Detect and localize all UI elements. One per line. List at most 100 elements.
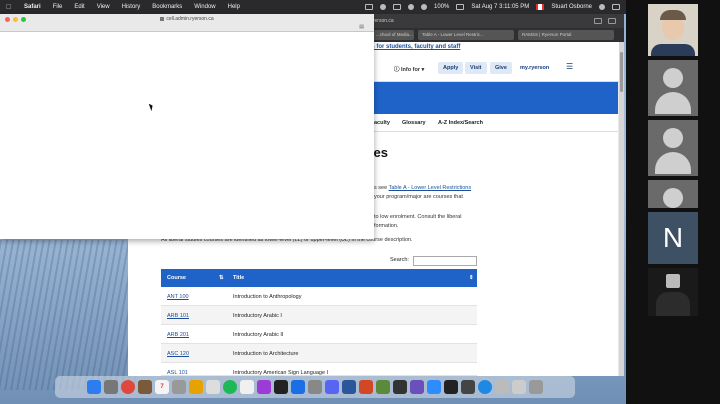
desktop-wallpaper <box>0 240 140 390</box>
vlc-icon[interactable] <box>189 380 203 394</box>
tab-ramss[interactable]: RAMSS | Ryerson Portal <box>518 30 614 40</box>
participant-tile[interactable] <box>648 180 698 208</box>
share-icon[interactable] <box>594 18 602 24</box>
sort-icon[interactable]: ⇅ <box>219 275 224 281</box>
launchpad-icon[interactable] <box>104 380 118 394</box>
course-code-link[interactable]: ASC 120 <box>167 351 189 357</box>
hamburger-menu-icon[interactable]: ☰ <box>566 63 574 71</box>
wifi-icon[interactable] <box>408 4 415 10</box>
control-app-icon[interactable] <box>461 380 475 394</box>
user-name[interactable]: Stuart Osborne <box>551 4 592 10</box>
chrome-icon[interactable] <box>121 380 135 394</box>
course-title: Introductory Arabic II <box>233 332 284 338</box>
participant-camera[interactable] <box>648 4 698 56</box>
spotify-icon[interactable] <box>223 380 237 394</box>
menu-bookmarks[interactable]: Bookmarks <box>152 4 182 10</box>
address-bar[interactable]: yerson.ca <box>372 18 394 24</box>
page-scrollbar[interactable] <box>619 42 624 376</box>
table-row: ARB 201 Introductory Arabic II <box>161 325 477 344</box>
table-a-link[interactable]: Table A - Lower Level Restrictions <box>389 185 472 191</box>
participant-tile[interactable] <box>648 60 698 116</box>
dock: 7 <box>55 376 575 398</box>
activity-icon[interactable] <box>444 380 458 394</box>
avatar-icon <box>663 68 683 88</box>
reader-icon[interactable]: ▤ <box>359 24 364 30</box>
menu-history[interactable]: History <box>122 4 141 10</box>
volume-icon[interactable] <box>421 4 428 10</box>
menu-edit[interactable]: Edit <box>74 4 84 10</box>
nav-faculty[interactable]: aculty <box>374 120 390 126</box>
keynote-icon[interactable] <box>172 380 186 394</box>
column-course[interactable]: Course <box>167 275 186 281</box>
participant-tile-initial[interactable]: N <box>648 212 698 264</box>
notes-icon[interactable] <box>138 380 152 394</box>
participant-video-dark[interactable] <box>648 268 698 316</box>
utility-app-icon[interactable] <box>410 380 424 394</box>
minecraft-icon[interactable] <box>376 380 390 394</box>
avatar-icon <box>663 188 683 208</box>
scrollbar-thumb[interactable] <box>620 52 623 92</box>
menu-app-name[interactable]: Safari <box>24 4 41 10</box>
menu-window[interactable]: Window <box>194 4 215 10</box>
word-icon[interactable] <box>342 380 356 394</box>
powerpoint-icon[interactable] <box>359 380 373 394</box>
course-code-link[interactable]: ARB 201 <box>167 332 189 338</box>
tv-icon[interactable] <box>274 380 288 394</box>
input-source-flag-icon[interactable] <box>536 4 545 10</box>
zoom-app-icon[interactable] <box>427 380 441 394</box>
menu-file[interactable]: File <box>53 4 63 10</box>
photos-icon[interactable] <box>206 380 220 394</box>
podcasts-icon[interactable] <box>257 380 271 394</box>
participant-tile[interactable] <box>648 120 698 176</box>
enrolment-text-line2: formation. <box>374 223 399 229</box>
enrolment-text: to low enrolment. Consult the liberal <box>374 214 462 220</box>
nav-glossary[interactable]: Glossary <box>402 120 426 126</box>
my-ryerson-link[interactable]: my.ryerson <box>520 65 549 71</box>
preview-icon[interactable] <box>495 380 509 394</box>
course-title: Introduction to Architecture <box>233 351 299 357</box>
clock[interactable]: Sat Aug 7 3:11:05 PM <box>471 4 529 10</box>
spotlight-icon[interactable] <box>599 4 605 10</box>
calendar-icon[interactable]: 7 <box>155 380 169 394</box>
sort-title-icon[interactable]: ⇕ <box>469 275 474 281</box>
table-search-input[interactable] <box>413 256 477 266</box>
control-center-icon[interactable] <box>612 4 620 10</box>
info-for-menu[interactable]: ⓘ Info for ▾ <box>394 65 424 73</box>
participant-silhouette <box>656 292 690 316</box>
discord-icon[interactable] <box>325 380 339 394</box>
banner-link[interactable]: es for students, faculty and staff <box>368 44 460 50</box>
menu-help[interactable]: Help <box>228 4 240 10</box>
participant-initial: N <box>662 222 684 253</box>
menu-view[interactable]: View <box>97 4 110 10</box>
tab-school-of-media[interactable]: ...chool of Media... <box>372 30 414 40</box>
obs-icon[interactable] <box>393 380 407 394</box>
intro-prefix: s see <box>374 185 389 191</box>
popup-address[interactable]: cell.admin.ryerson.ca <box>0 16 374 22</box>
music-icon[interactable] <box>240 380 254 394</box>
tab-table-a[interactable]: Table A - Lower Level Restric... <box>418 30 514 40</box>
app-store-icon[interactable] <box>291 380 305 394</box>
safari-icon[interactable] <box>478 380 492 394</box>
apply-button[interactable]: Apply <box>438 62 464 74</box>
search-label: Search: <box>390 257 409 263</box>
info-for-label: Info for <box>401 67 420 73</box>
sync-icon[interactable] <box>380 4 387 10</box>
screen-share-icon[interactable] <box>365 4 374 10</box>
display-icon[interactable] <box>393 4 402 10</box>
nav-az-index[interactable]: A-Z Index/Search <box>438 120 483 126</box>
trash-icon[interactable] <box>529 380 543 394</box>
battery-icon[interactable] <box>456 4 465 10</box>
table-row: ASC 120 Introduction to Architecture <box>161 344 477 363</box>
tabs-overview-icon[interactable] <box>608 18 616 24</box>
apple-icon[interactable]:  <box>6 4 16 11</box>
course-title: Introductory Arabic I <box>233 313 282 319</box>
column-title[interactable]: Title <box>233 275 244 281</box>
avatar-body <box>655 152 691 174</box>
system-preferences-icon[interactable] <box>308 380 322 394</box>
finder-icon[interactable] <box>87 380 101 394</box>
downloads-icon[interactable] <box>512 380 526 394</box>
course-code-link[interactable]: ANT 100 <box>167 294 189 300</box>
course-code-link[interactable]: ARB 101 <box>167 313 189 319</box>
give-button[interactable]: Give <box>490 62 512 74</box>
visit-button[interactable]: Visit <box>465 62 487 74</box>
